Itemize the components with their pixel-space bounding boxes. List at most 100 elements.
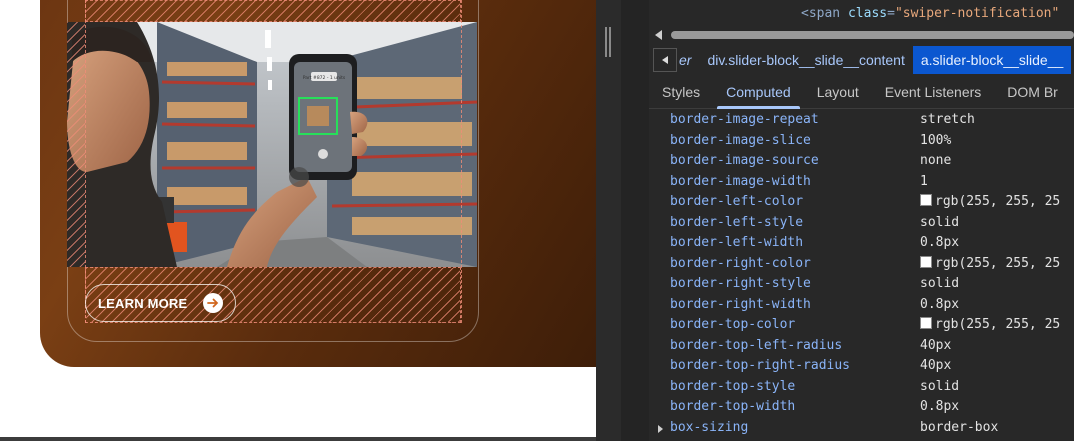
element-outline-right [461, 0, 462, 323]
computed-property-row[interactable]: border-top-style solid [649, 377, 1074, 398]
color-swatch-icon[interactable] [920, 255, 932, 268]
property-value: rgb(255, 255, 25 [920, 192, 1060, 213]
property-value-text: 40px [920, 337, 952, 353]
property-value-text: 0.8px [920, 296, 960, 312]
computed-property-row[interactable]: border-image-source none [649, 151, 1074, 172]
property-value: stretch [920, 110, 975, 131]
property-name: box-sizing [670, 419, 749, 435]
property-value-text: solid [920, 378, 960, 394]
splitter-grip-icon[interactable] [605, 27, 611, 57]
property-value-text: 40px [920, 358, 952, 373]
devtools-main: <span class="swiper-notification" er div… [649, 0, 1074, 441]
property-value: 1 [920, 172, 928, 193]
property-name: border-image-repeat [670, 112, 819, 127]
property-value: solid [920, 377, 959, 398]
learn-more-label: LEARN MORE [98, 295, 188, 311]
property-name: border-top-right-radius [670, 358, 851, 373]
padding-overlay-top [85, 0, 461, 22]
elements-horizontal-scrollbar[interactable] [649, 28, 1074, 42]
computed-property-row[interactable]: border-left-style solid [649, 213, 1074, 234]
computed-properties-list: border-image-repeat stretch border-image-s… [649, 110, 1074, 438]
warehouse-phone-scan-image: Part #872 - 1 units [67, 22, 477, 267]
phone-screen-label: Part #872 - 1 units [303, 75, 346, 81]
property-value: 40px [920, 336, 951, 357]
styles-pane-tabs: Styles Computed Layout Event Listeners DOM B… [649, 78, 1074, 109]
chevron-left-icon [662, 56, 668, 64]
computed-property-row[interactable]: border-image-repeat stretch [649, 110, 1074, 131]
tab-event-listeners[interactable]: Event Listeners [872, 78, 995, 108]
expand-triangle-icon[interactable] [658, 424, 663, 433]
computed-property-row[interactable]: border-image-width 1 [649, 172, 1074, 193]
property-value-text: 0.8px [920, 399, 960, 414]
property-value-text: rgb(255, 255, 25 [935, 194, 1061, 209]
property-value: 0.8px [920, 397, 959, 418]
property-value: 40px [920, 356, 951, 377]
computed-property-row[interactable]: border-right-style solid [649, 274, 1074, 295]
property-value: border-box [920, 418, 998, 439]
property-name: border-right-color [670, 255, 811, 271]
property-name: border-image-source [670, 153, 819, 168]
property-value-text: none [920, 153, 952, 168]
color-swatch-icon[interactable] [920, 194, 932, 206]
warehouse-photo: Part #872 - 1 units [67, 22, 477, 267]
page-horizontal-scrollbar[interactable] [0, 437, 596, 441]
web-page-viewport: Part #872 - 1 units LEARN MORE [0, 0, 596, 437]
computed-property-row[interactable]: border-top-left-radius 40px [649, 336, 1074, 357]
property-name: border-image-slice [670, 132, 811, 148]
property-name: border-left-color [670, 194, 804, 209]
property-name: border-top-width [670, 399, 796, 414]
scroll-left-icon[interactable] [655, 30, 662, 40]
arrow-right-icon [203, 293, 223, 313]
property-value: 100% [920, 131, 951, 152]
property-value-text: solid [920, 276, 960, 291]
property-value: none [920, 151, 951, 172]
tab-styles[interactable]: Styles [649, 78, 713, 108]
computed-property-row[interactable]: border-image-slice 100% [649, 131, 1074, 152]
computed-property-row[interactable]: border-top-color rgb(255, 255, 25 [649, 315, 1074, 336]
property-value-text: rgb(255, 255, 25 [935, 255, 1061, 271]
computed-property-row[interactable]: border-top-width 0.8px [649, 397, 1074, 418]
property-name: border-top-style [670, 378, 796, 394]
property-value-text: solid [920, 214, 960, 230]
property-name: border-right-width [670, 296, 811, 312]
breadcrumb-item[interactable]: div.slider-block__slide__content [699, 46, 912, 74]
computed-property-row[interactable]: border-top-right-radius 40px [649, 356, 1074, 377]
breadcrumb-item[interactable]: er [677, 46, 699, 74]
property-value: rgb(255, 255, 25 [920, 254, 1060, 275]
property-name: border-left-style [670, 214, 804, 230]
property-name: border-image-width [670, 173, 811, 189]
property-name: border-top-left-radius [670, 337, 843, 353]
learn-more-button[interactable]: LEARN MORE [85, 284, 236, 322]
property-value-text: stretch [920, 112, 975, 127]
property-name: border-top-color [670, 317, 796, 332]
property-name: border-right-style [670, 276, 811, 291]
computed-property-row[interactable]: border-left-width 0.8px [649, 233, 1074, 254]
computed-property-row[interactable]: box-sizing border-box [649, 418, 1074, 439]
tag-open: <span [801, 6, 841, 21]
property-value: solid [920, 213, 959, 234]
computed-property-row[interactable]: border-left-color rgb(255, 255, 25 [649, 192, 1074, 213]
computed-property-row[interactable]: border-right-width 0.8px [649, 295, 1074, 316]
property-value: 0.8px [920, 295, 959, 316]
breadcrumb-item-selected[interactable]: a.slider-block__slide__ [912, 46, 1072, 74]
property-value-text: 0.8px [920, 235, 960, 250]
property-value-text: 100% [920, 132, 952, 148]
elements-tree-line[interactable]: <span class="swiper-notification" [801, 6, 1059, 21]
attr-value: "swiper-notification" [894, 6, 1060, 21]
property-value-text: 1 [920, 173, 928, 189]
property-name: border-left-width [670, 235, 804, 250]
computed-property-row[interactable]: border-right-color rgb(255, 255, 25 [649, 254, 1074, 275]
tab-dom-br[interactable]: DOM Br [994, 78, 1071, 108]
tab-computed[interactable]: Computed [713, 78, 804, 109]
property-value-text: border-box [920, 419, 999, 435]
scrollbar-thumb[interactable] [671, 31, 1074, 39]
tab-layout[interactable]: Layout [804, 78, 872, 108]
padding-overlay-left [67, 22, 85, 267]
breadcrumb: er div.slider-block__slide__content a.sl… [649, 46, 1074, 74]
property-value: solid [920, 274, 959, 295]
breadcrumb-back-button[interactable] [653, 48, 677, 72]
property-value: rgb(255, 255, 25 [920, 315, 1060, 336]
property-value: 0.8px [920, 233, 959, 254]
color-swatch-icon[interactable] [920, 317, 932, 329]
panel-splitter[interactable] [596, 0, 622, 441]
